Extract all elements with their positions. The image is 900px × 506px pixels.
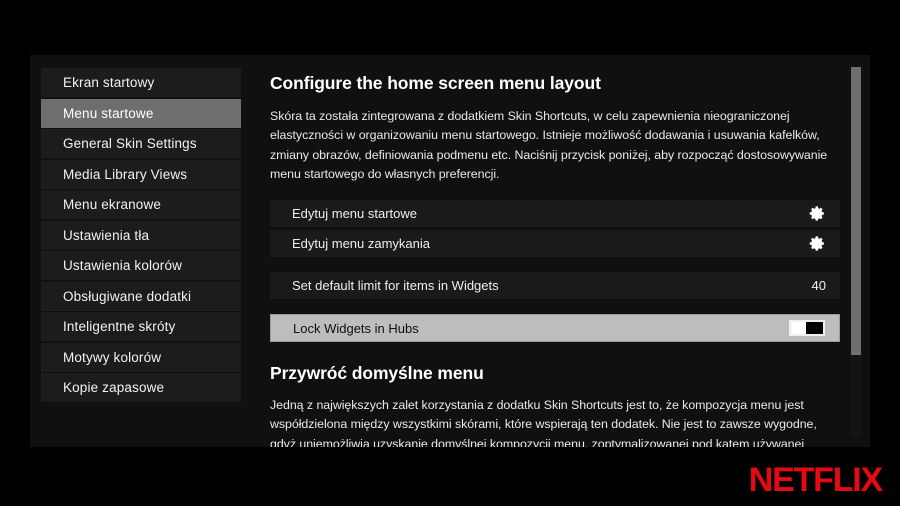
sidebar-item-media-library-views[interactable]: Media Library Views — [41, 159, 241, 189]
sidebar-item-label: General Skin Settings — [63, 136, 197, 151]
sidebar-item-menu-startowe[interactable]: Menu startowe — [41, 98, 241, 128]
section-title-home-menu-layout: Configure the home screen menu layout — [270, 73, 601, 93]
row-label: Set default limit for items in Widgets — [292, 278, 499, 294]
sidebar-item-label: Ustawienia tła — [63, 227, 150, 243]
scrollbar-thumb[interactable] — [851, 67, 861, 355]
sidebar-item-kopie-zapasowe[interactable]: Kopie zapasowe — [41, 373, 241, 402]
row-value: 40 — [811, 278, 826, 294]
sidebar-item-label: Inteligentne skróty — [63, 319, 176, 334]
toggle-switch[interactable] — [789, 320, 825, 337]
sidebar-item-motywy-kolorow[interactable]: Motywy kolorów — [41, 342, 241, 372]
gear-icon[interactable] — [809, 235, 826, 252]
sidebar-item-label: Menu ekranowe — [63, 197, 162, 212]
sidebar-item-label: Ustawienia kolorów — [63, 258, 182, 273]
netflix-logo: NETFLIX — [748, 461, 883, 499]
row-edit-home-menu[interactable]: Edytuj menu startowe — [270, 200, 840, 228]
settings-row-list: Edytuj menu startowe Edytuj menu zamykan… — [270, 200, 840, 343]
sidebar-item-ustawienia-tla[interactable]: Ustawienia tła — [41, 220, 241, 250]
sidebar-item-label: Media Library Views — [63, 166, 188, 182]
sidebar-item-ustawienia-kolorow[interactable]: Ustawienia kolorów — [41, 251, 241, 280]
screen-root: Ekran startowy Menu startowe General Ski… — [0, 0, 900, 506]
sidebar-item-obslugiwane-dodatki[interactable]: Obsługiwane dodatki — [41, 281, 241, 311]
row-label: Lock Widgets in Hubs — [293, 320, 419, 336]
row-edit-shutdown-menu[interactable]: Edytuj menu zamykania — [270, 230, 840, 258]
settings-category-sidebar: Ekran startowy Menu startowe General Ski… — [30, 55, 252, 447]
row-label: Edytuj menu zamykania — [292, 236, 431, 252]
content-scrollbar[interactable] — [851, 67, 861, 435]
section-description-home-menu-layout: Skóra ta została zintegrowana z dodatkie… — [270, 109, 828, 181]
toggle-knob — [791, 322, 806, 335]
sidebar-item-inteligentne-skroty[interactable]: Inteligentne skróty — [41, 312, 241, 341]
sidebar-item-label: Kopie zapasowe — [63, 380, 165, 395]
toggle-track — [806, 322, 823, 335]
settings-content-area: Configure the home screen menu layout Sk… — [252, 55, 870, 447]
row-label: Edytuj menu startowe — [292, 206, 418, 222]
gear-icon[interactable] — [809, 205, 826, 222]
row-lock-widgets-in-hubs[interactable]: Lock Widgets in Hubs — [270, 314, 840, 343]
settings-panel: Ekran startowy Menu startowe General Ski… — [30, 55, 870, 447]
sidebar-item-general-skin-settings[interactable]: General Skin Settings — [41, 129, 241, 158]
section-description-restore-default-menu: Jedną z największych zalet korzystania z… — [270, 398, 817, 447]
sidebar-item-label: Motywy kolorów — [63, 349, 162, 365]
sidebar-item-label: Ekran startowy — [63, 75, 155, 90]
sidebar-item-ekran-startowy[interactable]: Ekran startowy — [41, 68, 241, 97]
sidebar-item-menu-ekranowe[interactable]: Menu ekranowe — [41, 190, 241, 219]
sidebar-item-label: Menu startowe — [63, 105, 154, 121]
section-title-restore-default-menu: Przywróć domyślne menu — [270, 363, 484, 384]
row-widget-item-limit[interactable]: Set default limit for items in Widgets 4… — [270, 272, 840, 300]
sidebar-item-label: Obsługiwane dodatki — [63, 288, 192, 304]
